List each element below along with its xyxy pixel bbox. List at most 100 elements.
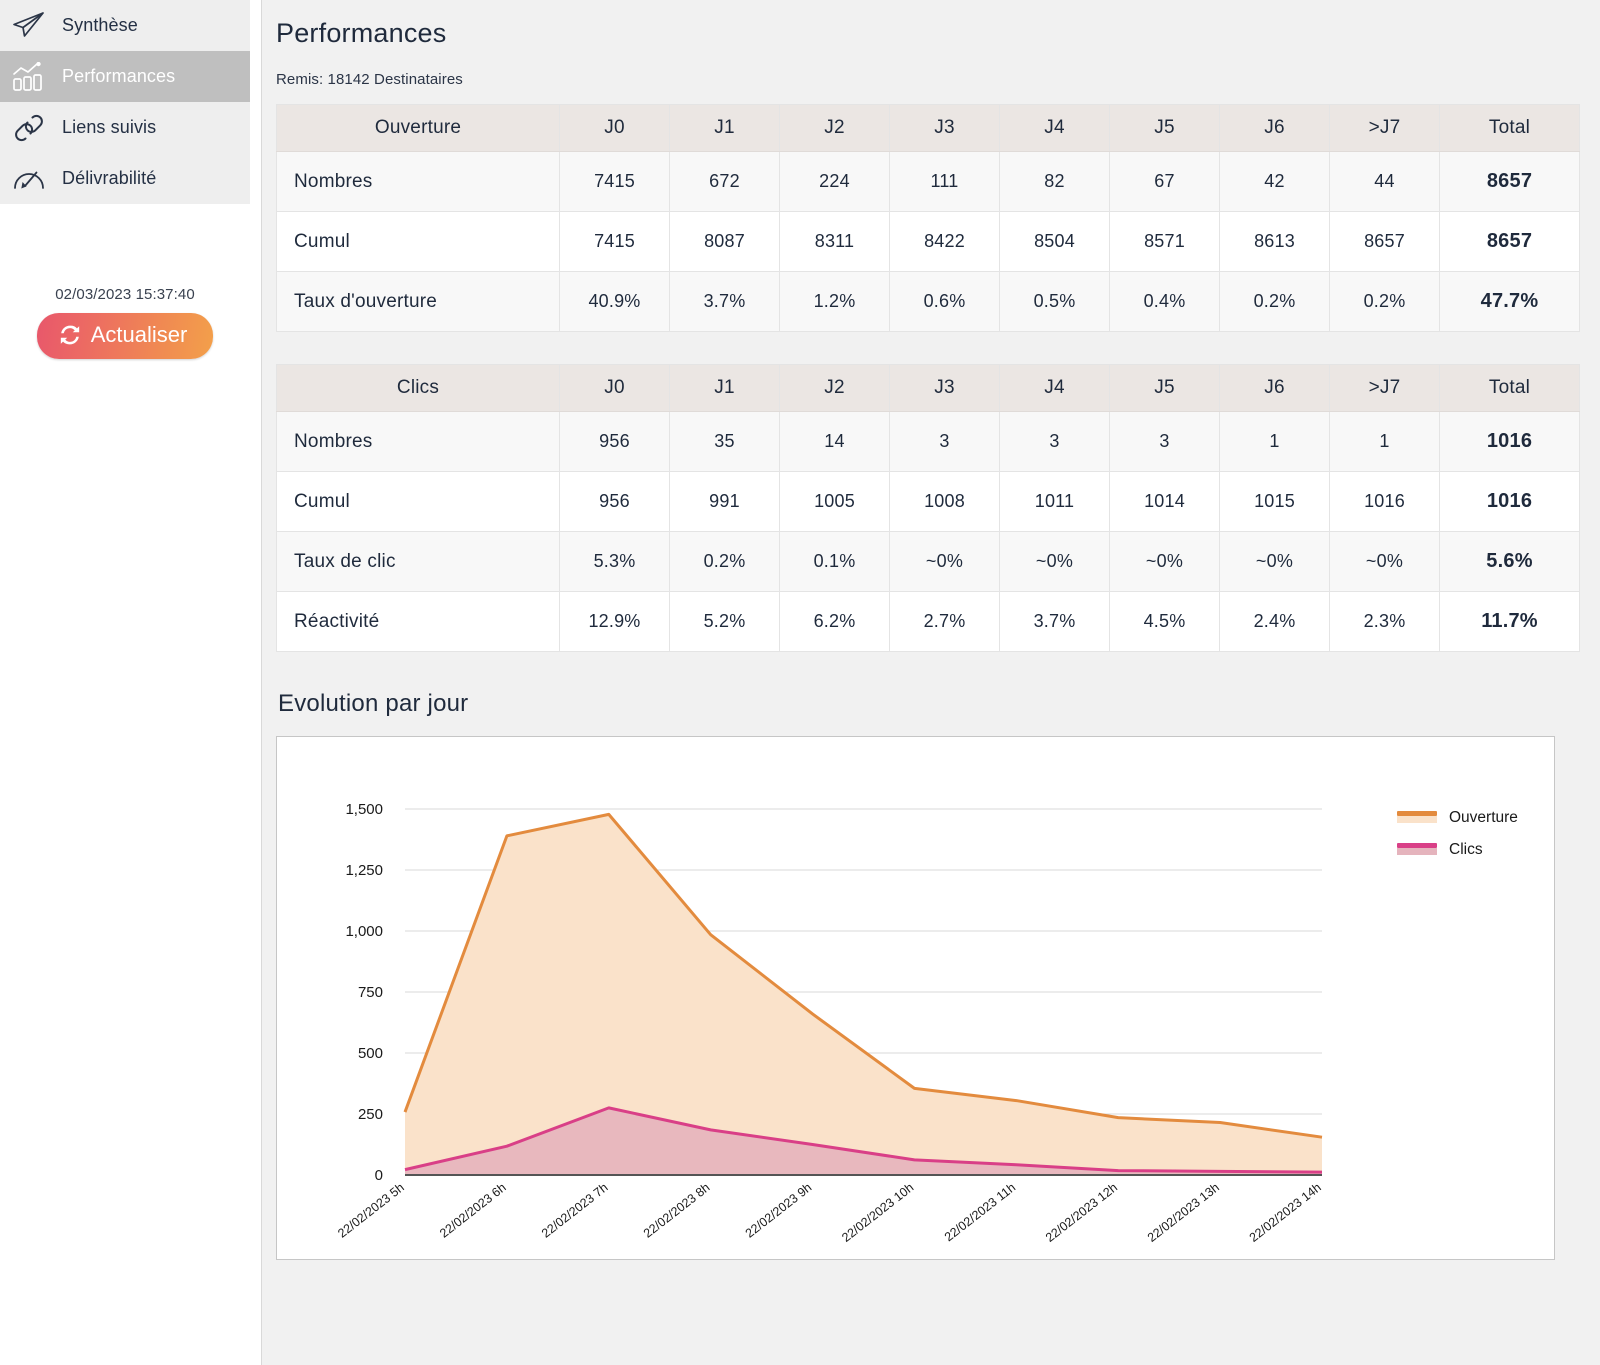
column-header: >J7: [1329, 104, 1440, 152]
cell-value: 1.2%: [779, 271, 890, 332]
sidebar-nav: Synthèse Performances Liens suivis Déliv…: [0, 0, 250, 204]
cell-value: ~0%: [1219, 531, 1330, 592]
legend-swatch-line: [1397, 843, 1437, 848]
sidebar: Synthèse Performances Liens suivis Déliv…: [0, 0, 262, 1365]
cell-total: 8657: [1439, 151, 1580, 212]
row-label: Taux d'ouverture: [276, 271, 560, 332]
sidebar-item-synthese[interactable]: Synthèse: [0, 0, 250, 51]
table-clics: Clics J0 J1 J2 J3 J4 J5 J6 >J7 Total Nombres 956 35 1…: [276, 364, 1580, 652]
x-axis-tick-label: 22/02/2023 5h: [335, 1180, 407, 1240]
column-header: >J7: [1329, 364, 1440, 412]
cell-value: 6.2%: [779, 591, 890, 652]
y-axis-tick-label: 1,250: [345, 862, 383, 879]
column-header: Ouverture: [276, 104, 560, 152]
cell-value: 3.7%: [999, 591, 1110, 652]
cell-value: 1014: [1109, 471, 1220, 532]
cell-value: 0.4%: [1109, 271, 1220, 332]
y-axis-tick-label: 0: [375, 1167, 383, 1184]
cell-value: 224: [779, 151, 890, 212]
cell-value: 5.3%: [559, 531, 670, 592]
cell-value: 0.1%: [779, 531, 890, 592]
cell-total: 8657: [1439, 211, 1580, 272]
cell-value: 12.9%: [559, 591, 670, 652]
legend-label[interactable]: Clics: [1449, 841, 1483, 858]
cell-value: 8504: [999, 211, 1110, 272]
cell-value: 8422: [889, 211, 1000, 272]
table-row: Réactivité 12.9% 5.2% 6.2% 2.7% 3.7% 4.5% 2.4% 2…: [276, 591, 1580, 652]
column-header: Total: [1439, 364, 1580, 412]
cell-total: 1016: [1439, 411, 1580, 472]
cell-value: 44: [1329, 151, 1440, 212]
cell-total: 1016: [1439, 471, 1580, 532]
cell-value: 7415: [559, 211, 670, 272]
cell-value: 0.6%: [889, 271, 1000, 332]
x-axis-tick-label: 22/02/2023 6h: [437, 1180, 509, 1240]
link-chain-icon: [10, 111, 48, 145]
legend-swatch-fill: [1397, 848, 1437, 855]
cell-value: 40.9%: [559, 271, 670, 332]
cell-value: 2.7%: [889, 591, 1000, 652]
row-label: Cumul: [276, 471, 560, 532]
cell-value: ~0%: [1109, 531, 1220, 592]
column-header: Clics: [276, 364, 560, 412]
gauge-icon: [10, 162, 48, 196]
column-header: J0: [559, 104, 670, 152]
x-axis-tick-label: 22/02/2023 7h: [539, 1180, 611, 1240]
cell-value: 1005: [779, 471, 890, 532]
row-label: Réactivité: [276, 591, 560, 652]
cell-total: 5.6%: [1439, 531, 1580, 592]
cell-value: 672: [669, 151, 780, 212]
sidebar-item-delivrabilite[interactable]: Délivrabilité: [0, 153, 250, 204]
paper-plane-icon: [10, 9, 48, 43]
table-row: Cumul 956 991 1005 1008 1011 1014 1015 1016 1016: [276, 471, 1580, 532]
cell-value: 35: [669, 411, 780, 472]
chart-section-title: Evolution par jour: [278, 690, 469, 717]
column-header: J4: [999, 364, 1110, 412]
x-axis-tick-label: 22/02/2023 13h: [1145, 1180, 1222, 1245]
cell-value: 1015: [1219, 471, 1330, 532]
cell-value: 2.3%: [1329, 591, 1440, 652]
table-header-row: Ouverture J0 J1 J2 J3 J4 J5 J6 >J7 Total: [276, 104, 1580, 152]
cell-value: 8613: [1219, 211, 1330, 272]
column-header: Total: [1439, 104, 1580, 152]
cell-value: 1: [1219, 411, 1330, 472]
cell-value: 1011: [999, 471, 1110, 532]
bar-chart-icon: [10, 60, 48, 94]
delivered-summary: Remis: 18142 Destinataires: [276, 71, 463, 88]
y-axis-tick-label: 500: [358, 1045, 383, 1062]
sidebar-item-label: Liens suivis: [62, 117, 157, 137]
cell-value: 14: [779, 411, 890, 472]
cell-value: 0.2%: [1219, 271, 1330, 332]
legend-label[interactable]: Ouverture: [1449, 809, 1518, 826]
table-ouverture: Ouverture J0 J1 J2 J3 J4 J5 J6 >J7 Total Nombres 74…: [276, 104, 1580, 332]
refresh-button[interactable]: Actualiser: [36, 313, 214, 359]
y-axis-tick-label: 1,500: [345, 801, 383, 818]
sidebar-footer: 02/03/2023 15:37:40 Actualiser: [0, 286, 250, 359]
main-content: Performances Remis: 18142 Destinataires …: [262, 0, 1600, 1365]
cell-value: 111: [889, 151, 1000, 212]
sidebar-item-label: Synthèse: [62, 15, 138, 35]
column-header: J1: [669, 104, 780, 152]
column-header: J3: [889, 104, 1000, 152]
table-header-row: Clics J0 J1 J2 J3 J4 J5 J6 >J7 Total: [276, 364, 1580, 412]
sidebar-item-label: Délivrabilité: [62, 168, 157, 188]
table-row: Taux de clic 5.3% 0.2% 0.1% ~0% ~0% ~0% ~0% ~0% 5…: [276, 531, 1580, 592]
cell-value: ~0%: [889, 531, 1000, 592]
cell-value: 82: [999, 151, 1110, 212]
refresh-icon: [59, 324, 81, 346]
column-header: J3: [889, 364, 1000, 412]
cell-value: 7415: [559, 151, 670, 212]
cell-value: 2.4%: [1219, 591, 1330, 652]
page-title: Performances: [276, 18, 447, 48]
sidebar-item-performances[interactable]: Performances: [0, 51, 250, 102]
row-label: Taux de clic: [276, 531, 560, 592]
table-row: Taux d'ouverture 40.9% 3.7% 1.2% 0.6% 0.5% 0.4…: [276, 271, 1580, 332]
row-label: Cumul: [276, 211, 560, 272]
column-header: J0: [559, 364, 670, 412]
cell-value: 1016: [1329, 471, 1440, 532]
cell-value: 67: [1109, 151, 1220, 212]
sidebar-item-liens-suivis[interactable]: Liens suivis: [0, 102, 250, 153]
y-axis-tick-label: 250: [358, 1106, 383, 1123]
cell-value: 0.2%: [669, 531, 780, 592]
x-axis-tick-label: 22/02/2023 10h: [839, 1180, 916, 1245]
